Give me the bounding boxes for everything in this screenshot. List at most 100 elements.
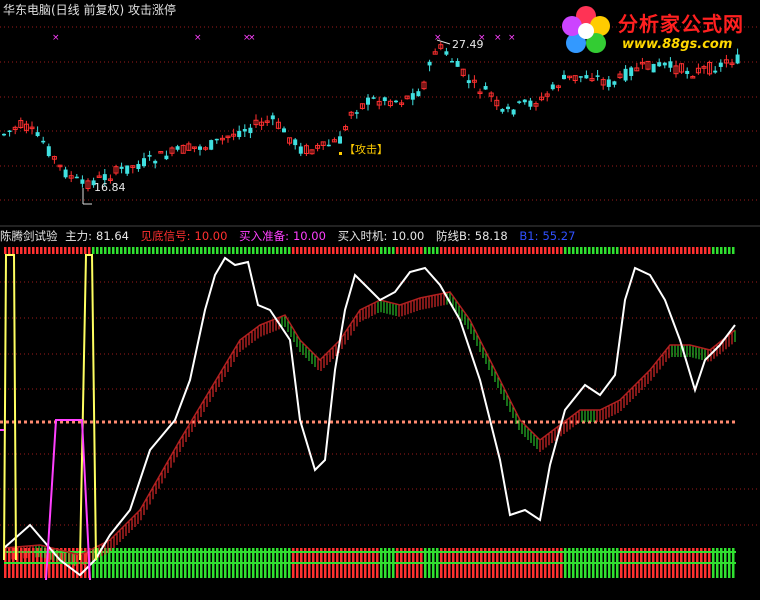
legend-b1-label: B1: <box>519 229 539 243</box>
top-signal-bar <box>624 247 627 254</box>
flower-logo-icon <box>562 6 610 53</box>
top-signal-bar <box>236 247 239 254</box>
top-signal-bar <box>164 247 167 254</box>
top-signal-bar <box>696 247 699 254</box>
top-signal-bar <box>532 247 535 254</box>
top-signal-bar <box>36 247 39 254</box>
candle-body <box>242 129 247 132</box>
top-signal-bar <box>244 247 247 254</box>
top-signal-bar <box>472 247 475 254</box>
top-signal-bar <box>476 247 479 254</box>
top-signal-bar <box>168 247 171 254</box>
top-signal-bar <box>200 247 203 254</box>
top-signal-bar <box>396 247 399 254</box>
top-signal-bar <box>384 247 387 254</box>
candle-body <box>46 146 51 157</box>
candle-body <box>119 166 124 169</box>
top-signal-bar <box>656 247 659 254</box>
top-signal-bar <box>688 247 691 254</box>
top-signal-bar <box>368 247 371 254</box>
watermark-logo: 分析家公式网 www.88gs.com <box>556 2 756 60</box>
top-signal-bar <box>500 247 503 254</box>
top-signal-bar <box>12 247 15 254</box>
top-signal-bar <box>308 247 311 254</box>
legend-bottom-signal-value: 10.00 <box>194 229 228 243</box>
bottom-band <box>4 562 736 564</box>
top-signal-bar <box>152 247 155 254</box>
top-signal-bar <box>380 247 383 254</box>
top-signal-bar <box>388 247 391 254</box>
legend-buy-prepare-label: 买入准备: <box>239 229 289 243</box>
top-signal-bar <box>524 247 527 254</box>
top-signal-bar <box>312 247 315 254</box>
top-signal-bar <box>108 247 111 254</box>
top-signal-bar <box>156 247 159 254</box>
top-signal-bar <box>64 247 67 254</box>
chart-canvas[interactable]: × × ×× × × × × <box>0 0 760 600</box>
top-signal-bar <box>44 247 47 254</box>
candle-body <box>578 76 583 78</box>
top-signal-bar <box>304 247 307 254</box>
top-signal-bar <box>24 247 27 254</box>
top-signal-bar <box>160 247 163 254</box>
candle-body <box>394 100 398 103</box>
top-signal-bar <box>484 247 487 254</box>
top-signal-bar <box>104 247 107 254</box>
top-signal-bar <box>344 247 347 254</box>
top-signal-bar <box>400 247 403 254</box>
candle-body <box>550 84 555 90</box>
legend-buy-prepare: 买入准备: 10.00 <box>239 229 330 243</box>
top-signal-bar <box>124 247 127 254</box>
candle-body <box>483 86 488 90</box>
top-signal-bar <box>292 247 295 254</box>
top-signal-bar <box>536 247 539 254</box>
top-signal-bar <box>372 247 375 254</box>
top-signal-bar <box>592 247 595 254</box>
top-signal-bar <box>228 247 231 254</box>
top-signal-bar <box>600 247 603 254</box>
top-signal-bar <box>140 247 143 254</box>
candle-body <box>164 155 169 160</box>
top-signal-bar <box>660 247 663 254</box>
low-price-label: 16.84 <box>94 181 126 194</box>
top-signal-bar <box>256 247 259 254</box>
top-signal-bar <box>452 247 455 254</box>
candle-body <box>713 70 718 73</box>
top-signal-bar <box>568 247 571 254</box>
top-signal-bar <box>584 247 587 254</box>
top-signal-bar <box>264 247 267 254</box>
signal-marker: × <box>508 33 516 43</box>
top-signal-bar <box>668 247 671 254</box>
candle-body <box>209 140 214 150</box>
top-signal-bar <box>540 247 543 254</box>
top-signal-bar <box>32 247 35 254</box>
top-signal-bar <box>280 247 283 254</box>
top-signal-bar <box>680 247 683 254</box>
top-signal-bar <box>516 247 519 254</box>
top-signal-bar <box>240 247 243 254</box>
top-signal-bar <box>172 247 175 254</box>
top-signal-bar <box>420 247 423 254</box>
candle-body <box>382 97 387 102</box>
top-signal-bar <box>628 247 631 254</box>
top-signal-bar <box>208 247 211 254</box>
top-signal-bar <box>640 247 643 254</box>
candle-body <box>718 62 723 67</box>
top-signal-bar <box>116 247 119 254</box>
legend-buy-timing-value: 10.00 <box>391 229 425 243</box>
top-signal-bar <box>336 247 339 254</box>
top-signal-bar <box>432 247 435 254</box>
candle-body <box>584 75 589 79</box>
candle-body <box>2 133 6 136</box>
top-signal-bar <box>268 247 271 254</box>
legend-b1-value: 55.27 <box>542 229 576 243</box>
top-signal-bar <box>692 247 695 254</box>
top-signal-bar <box>8 247 11 254</box>
top-signal-bar <box>252 247 255 254</box>
signal-marker: × <box>194 33 202 43</box>
top-signal-bar <box>464 247 467 254</box>
top-signal-bar <box>416 247 419 254</box>
top-signal-bar <box>724 247 727 254</box>
candle-body <box>612 81 617 85</box>
candle-body <box>444 51 449 55</box>
